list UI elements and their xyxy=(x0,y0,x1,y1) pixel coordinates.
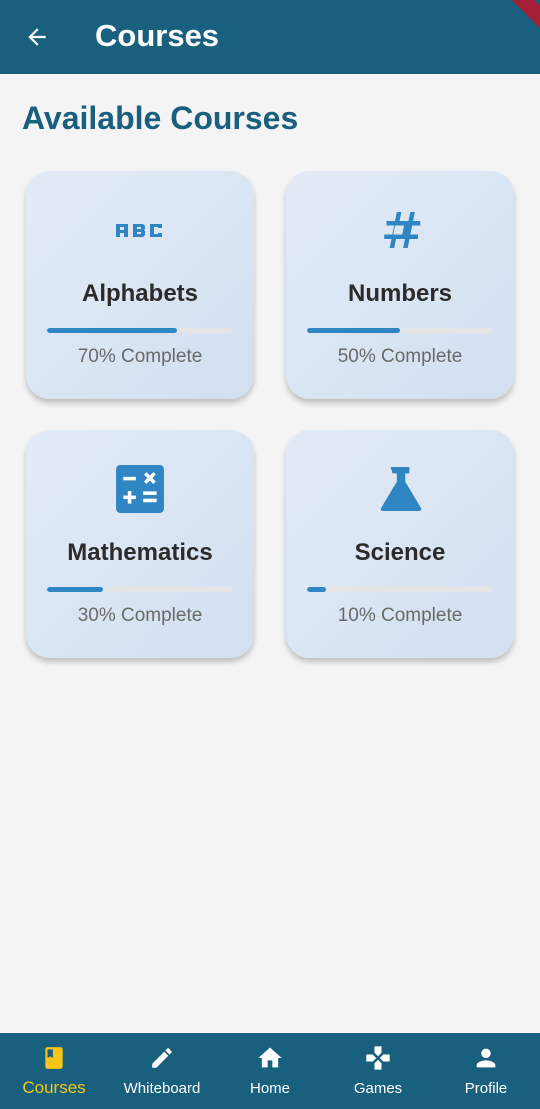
book-icon xyxy=(45,1047,63,1069)
hashtag-icon xyxy=(384,212,421,248)
nav-item-games[interactable]: Games xyxy=(324,1033,432,1109)
nav-item-profile[interactable]: Profile xyxy=(432,1033,540,1109)
course-progress-fill xyxy=(47,328,178,333)
back-button[interactable] xyxy=(22,22,52,52)
nav-label: Home xyxy=(249,1080,290,1097)
course-status: 10% Complete xyxy=(337,605,463,626)
nav-label: Profile xyxy=(464,1080,508,1097)
course-card-numbers[interactable]: Numbers 50% Complete xyxy=(286,171,514,399)
course-progress-fill xyxy=(307,328,400,333)
nav-item-home[interactable]: Home xyxy=(216,1033,324,1109)
course-title: Mathematics xyxy=(67,539,213,566)
course-progress-bar xyxy=(47,328,233,333)
course-progress-bar xyxy=(47,587,233,592)
course-status: 70% Complete xyxy=(77,346,203,367)
course-title: Alphabets xyxy=(81,280,198,307)
course-status: 30% Complete xyxy=(77,605,203,626)
course-progress-fill xyxy=(47,587,103,592)
course-card-alphabets[interactable]: Alphabets 70% Complete xyxy=(26,171,254,399)
nav-item-courses[interactable]: Courses xyxy=(0,1033,108,1109)
course-title: Numbers xyxy=(347,280,453,307)
course-card-science[interactable]: Science 10% Complete xyxy=(286,430,514,658)
course-progress-bar xyxy=(307,587,493,592)
section-title: Available Courses xyxy=(22,100,299,136)
course-title: Science xyxy=(354,539,446,566)
nav-label: Courses xyxy=(22,1078,86,1097)
course-status: 50% Complete xyxy=(337,346,463,367)
gamepad-icon xyxy=(366,1046,390,1070)
nav-label: Whiteboard xyxy=(123,1080,201,1097)
arrow-left-icon xyxy=(28,28,46,46)
abc-icon xyxy=(116,224,162,237)
person-icon xyxy=(476,1048,496,1068)
nav-item-whiteboard[interactable]: Whiteboard xyxy=(108,1033,216,1109)
pencil-icon xyxy=(152,1048,172,1068)
app-bar: Courses xyxy=(0,0,540,74)
page-title: Courses xyxy=(95,18,220,53)
home-icon xyxy=(258,1047,282,1068)
calculator-icon xyxy=(116,465,164,513)
debug-banner xyxy=(480,0,540,47)
flask-icon xyxy=(380,467,422,511)
course-progress-fill xyxy=(307,587,326,592)
course-card-mathematics[interactable]: Mathematics 30% Complete xyxy=(26,430,254,658)
bottom-navigation: Courses Whiteboard Home Games Profile xyxy=(0,1033,540,1109)
nav-label: Games xyxy=(353,1080,403,1097)
course-progress-bar xyxy=(307,328,493,333)
